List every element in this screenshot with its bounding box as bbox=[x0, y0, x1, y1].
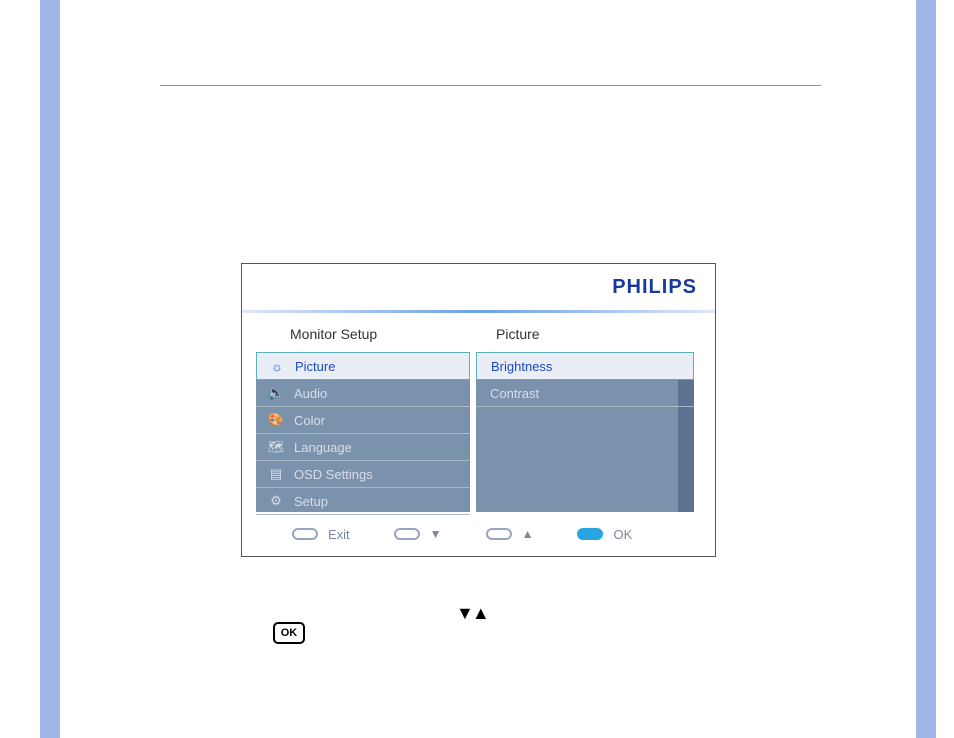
palette-icon: 🎨 bbox=[268, 412, 284, 428]
language-icon: 🗺 bbox=[268, 439, 284, 455]
menu-item-color[interactable]: 🎨 Color bbox=[256, 407, 470, 434]
menu-item-audio[interactable]: 🔈 Audio bbox=[256, 380, 470, 407]
brand-logo: PHILIPS bbox=[612, 276, 697, 299]
gear-icon: ⚙ bbox=[268, 493, 284, 509]
arrow-icons: ▼▲ bbox=[456, 603, 488, 624]
horizontal-rule bbox=[160, 85, 821, 86]
sun-icon: ☼ bbox=[269, 359, 285, 374]
sub-item-contrast[interactable]: Contrast bbox=[476, 380, 694, 407]
osd-btn-down[interactable]: ▼ bbox=[394, 527, 442, 541]
sub-item-label: Brightness bbox=[491, 359, 552, 374]
brand-underline bbox=[242, 310, 715, 313]
menu-title-right: Picture bbox=[496, 326, 540, 342]
menu-item-label: Language bbox=[294, 440, 352, 455]
menu-item-label: Setup bbox=[294, 494, 328, 509]
osd-icon: ▤ bbox=[268, 466, 284, 482]
osd-right-panel: Brightness Contrast bbox=[476, 352, 694, 512]
ok-button-icon: OK bbox=[273, 622, 305, 644]
menu-item-setup[interactable]: ⚙ Setup bbox=[256, 488, 470, 515]
menu-item-label: Color bbox=[294, 413, 325, 428]
osd-btn-ok[interactable]: OK bbox=[577, 527, 632, 542]
osd-screenshot: PHILIPS Monitor Setup Picture ☼ Picture 🔈 A… bbox=[241, 263, 716, 557]
ok-badge-label: OK bbox=[281, 627, 298, 639]
decorative-left-bar bbox=[40, 0, 60, 738]
exit-label: Exit bbox=[328, 527, 350, 542]
page: PHILIPS Monitor Setup Picture ☼ Picture 🔈 A… bbox=[0, 0, 954, 738]
sub-item-label: Contrast bbox=[490, 386, 539, 401]
document-content: PHILIPS Monitor Setup Picture ☼ Picture 🔈 A… bbox=[60, 0, 916, 738]
osd-left-panel: ☼ Picture 🔈 Audio 🎨 Color 🗺 Language ▤ OSD Settin… bbox=[256, 352, 470, 512]
menu-item-label: Audio bbox=[294, 386, 327, 401]
osd-btn-exit[interactable]: Exit bbox=[292, 527, 350, 542]
pill-icon bbox=[394, 528, 420, 540]
pill-icon bbox=[486, 528, 512, 540]
sub-item-brightness[interactable]: Brightness bbox=[476, 352, 694, 380]
pill-active-icon bbox=[577, 528, 603, 540]
menu-item-osd-settings[interactable]: ▤ OSD Settings bbox=[256, 461, 470, 488]
osd-panels: ☼ Picture 🔈 Audio 🎨 Color 🗺 Language ▤ OSD Settin… bbox=[256, 352, 701, 512]
menu-item-label: Picture bbox=[295, 359, 335, 374]
pill-icon bbox=[292, 528, 318, 540]
decorative-right-bar bbox=[916, 0, 936, 738]
ok-label: OK bbox=[613, 527, 632, 542]
osd-titles: Monitor Setup Picture bbox=[242, 318, 715, 352]
osd-btn-up[interactable]: ▲ bbox=[486, 527, 534, 541]
menu-item-picture[interactable]: ☼ Picture bbox=[256, 352, 470, 380]
osd-header: PHILIPS bbox=[242, 264, 715, 310]
menu-item-label: OSD Settings bbox=[294, 467, 373, 482]
triangle-down-icon: ▼ bbox=[430, 527, 442, 541]
menu-item-language[interactable]: 🗺 Language bbox=[256, 434, 470, 461]
speaker-icon: 🔈 bbox=[268, 385, 284, 401]
menu-title-left: Monitor Setup bbox=[290, 326, 377, 342]
triangle-up-icon: ▲ bbox=[522, 527, 534, 541]
osd-footer: Exit ▼ ▲ OK bbox=[242, 512, 715, 556]
